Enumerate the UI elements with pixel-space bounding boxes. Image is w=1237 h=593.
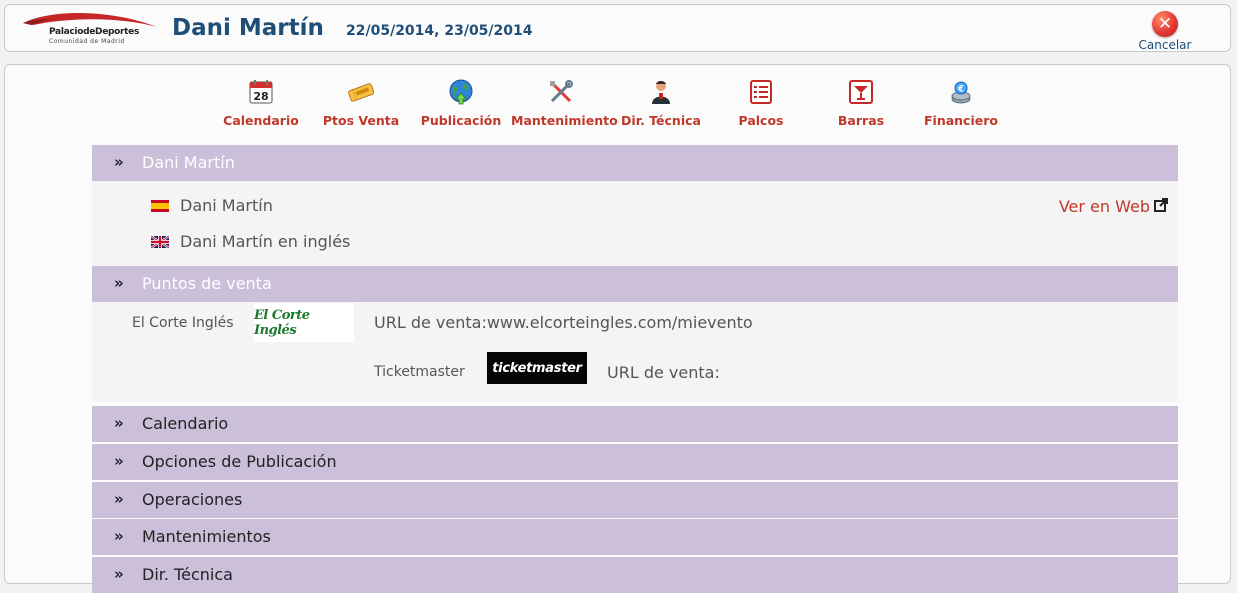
close-icon: ✕ bbox=[1152, 11, 1178, 37]
money-icon: € bbox=[951, 81, 971, 104]
el-corte-ingles-logo: El Corte Inglés bbox=[254, 303, 354, 342]
chevron-double-right-icon: » bbox=[114, 452, 124, 470]
tool-mantenimiento[interactable]: Mantenimiento bbox=[511, 79, 618, 128]
chevron-double-right-icon: » bbox=[114, 274, 124, 292]
tool-ptos-venta-label: Ptos Venta bbox=[322, 113, 400, 128]
tool-calendario-label: Calendario bbox=[223, 113, 299, 128]
section-mantenimientos-title: Mantenimientos bbox=[142, 527, 271, 546]
chevron-double-right-icon: » bbox=[114, 414, 124, 432]
pv-url-label: URL de venta: bbox=[374, 313, 487, 332]
el-corte-ingles-logo-text: El Corte Inglés bbox=[254, 307, 310, 338]
pv-url-value[interactable]: www.elcorteingles.com/mievento bbox=[487, 313, 753, 332]
technician-icon bbox=[652, 81, 670, 104]
section-event-content: Dani Martín Dani Martín en inglés Ver en… bbox=[92, 181, 1178, 266]
tool-financiero[interactable]: € Financiero bbox=[911, 79, 1011, 128]
ticketmaster-logo: ticketmaster bbox=[487, 352, 587, 384]
cancel-label: Cancelar bbox=[1138, 38, 1192, 52]
tool-barras[interactable]: Barras bbox=[811, 79, 911, 128]
tools-icon bbox=[550, 80, 573, 103]
section-publicacion-header[interactable]: » Opciones de Publicación bbox=[92, 444, 1178, 480]
pv-name-el-corte-ingles: El Corte Inglés bbox=[132, 315, 234, 331]
list-icon bbox=[750, 80, 772, 104]
section-dir-tecnica-header[interactable]: » Dir. Técnica bbox=[92, 557, 1178, 593]
tool-publicacion[interactable]: Publicación bbox=[411, 79, 511, 128]
header-bar: PalaciodeDeportes Comunidad de Madrid Da… bbox=[4, 4, 1231, 52]
tool-mantenimiento-label: Mantenimiento bbox=[511, 113, 618, 128]
section-calendario-header[interactable]: » Calendario bbox=[92, 406, 1178, 442]
logo-line1: PalaciodeDeportes bbox=[49, 27, 140, 37]
main-panel: 28 Calendario Ptos Venta Publicación Man… bbox=[4, 64, 1231, 593]
event-name-es-link[interactable]: Dani Martín bbox=[180, 196, 273, 215]
tool-palcos[interactable]: Palcos bbox=[711, 79, 811, 128]
globe-icon bbox=[449, 79, 473, 105]
calendar-day: 28 bbox=[253, 90, 268, 103]
section-puntos-venta-header[interactable]: » Puntos de venta bbox=[92, 266, 1178, 302]
logo-line2: Comunidad de Madrid bbox=[49, 38, 125, 45]
uk-flag-icon bbox=[151, 236, 169, 248]
pv-url-el-corte-ingles: URL de venta:www.elcorteingles.com/mieve… bbox=[374, 313, 753, 332]
section-mantenimientos-header[interactable]: » Mantenimientos bbox=[92, 519, 1178, 555]
tool-financiero-label: Financiero bbox=[924, 113, 998, 128]
tool-barras-label: Barras bbox=[837, 113, 885, 128]
tool-dir-tecnica-label: Dir. Técnica bbox=[621, 113, 701, 128]
section-event-header[interactable]: » Dani Martín bbox=[92, 145, 1178, 181]
chevron-double-right-icon: » bbox=[114, 153, 124, 171]
palacio-deportes-logo: PalaciodeDeportes Comunidad de Madrid bbox=[21, 11, 159, 49]
event-name-en-link[interactable]: Dani Martín en inglés bbox=[180, 232, 350, 251]
pv-url-label: URL de venta: bbox=[607, 363, 720, 382]
section-event-title: Dani Martín bbox=[142, 153, 235, 172]
ver-en-web-link[interactable]: Ver en Web bbox=[1059, 197, 1150, 216]
section-puntos-venta-content: El Corte Inglés El Corte Inglés URL de v… bbox=[92, 302, 1178, 402]
chevron-double-right-icon: » bbox=[114, 490, 124, 508]
calendar-icon: 28 bbox=[249, 80, 273, 104]
pv-name-ticketmaster: Ticketmaster bbox=[374, 364, 465, 380]
section-calendario-title: Calendario bbox=[142, 414, 229, 433]
ticketmaster-logo-text: ticketmaster bbox=[492, 360, 582, 376]
section-operaciones-title: Operaciones bbox=[142, 490, 243, 509]
tool-ptos-venta[interactable]: Ptos Venta bbox=[311, 79, 411, 128]
spain-flag-icon bbox=[151, 200, 169, 212]
pv-url-ticketmaster: URL de venta: bbox=[607, 363, 720, 382]
external-link-icon[interactable] bbox=[1154, 198, 1168, 212]
section-operaciones-header[interactable]: » Operaciones bbox=[92, 482, 1178, 518]
cancel-button[interactable]: ✕ Cancelar bbox=[1135, 11, 1195, 55]
tool-dir-tecnica[interactable]: Dir. Técnica bbox=[611, 79, 711, 128]
section-puntos-venta-title: Puntos de venta bbox=[142, 274, 272, 293]
ticket-icon bbox=[348, 83, 374, 102]
tool-publicacion-label: Publicación bbox=[420, 113, 502, 128]
section-publicacion-title: Opciones de Publicación bbox=[142, 452, 337, 471]
chevron-double-right-icon: » bbox=[114, 527, 124, 545]
event-title: Dani Martín bbox=[172, 15, 324, 41]
svg-text:€: € bbox=[957, 85, 964, 95]
cocktail-icon bbox=[849, 80, 873, 104]
tool-calendario[interactable]: 28 Calendario bbox=[211, 79, 311, 128]
section-dir-tecnica-title: Dir. Técnica bbox=[142, 565, 233, 584]
event-dates: 22/05/2014, 23/05/2014 bbox=[346, 23, 533, 39]
chevron-double-right-icon: » bbox=[114, 565, 124, 583]
tool-palcos-label: Palcos bbox=[738, 113, 784, 128]
